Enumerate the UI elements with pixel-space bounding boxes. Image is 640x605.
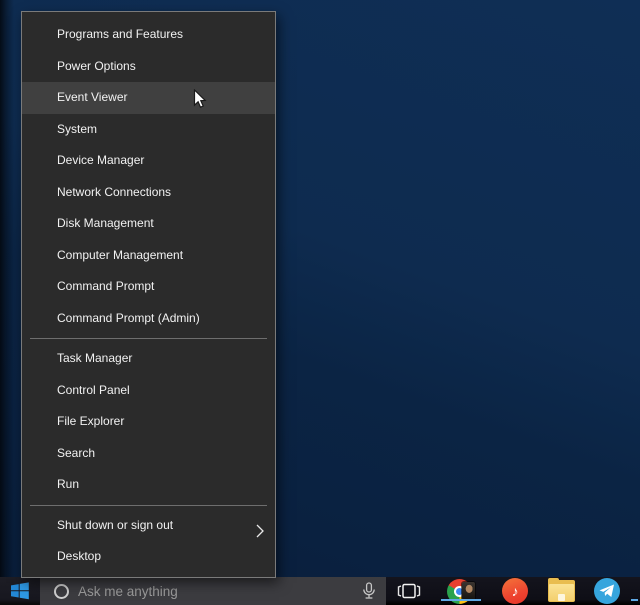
telegram-taskbar-button[interactable] (587, 577, 627, 605)
search-placeholder-text: Ask me anything (78, 584, 352, 599)
mouse-cursor-icon (193, 89, 207, 110)
menu-item-label: Event Viewer (57, 90, 127, 104)
menu-item-task-manager[interactable]: Task Manager (22, 343, 275, 375)
menu-separator (30, 338, 267, 339)
menu-item-label: Command Prompt (Admin) (57, 311, 200, 325)
microphone-icon (361, 582, 377, 600)
chrome-active-indicator (441, 599, 481, 601)
menu-item-command-prompt[interactable]: Command Prompt (22, 271, 275, 303)
windows-logo-icon (10, 581, 30, 601)
menu-item-run[interactable]: Run (22, 469, 275, 501)
menu-item-label: Disk Management (57, 216, 154, 230)
menu-item-label: Power Options (57, 59, 136, 73)
menu-item-label: Shut down or sign out (57, 518, 173, 532)
start-button[interactable] (0, 577, 40, 605)
chrome-profile-avatar (462, 582, 475, 600)
menu-item-label: Task Manager (57, 351, 132, 365)
menu-item-network-connections[interactable]: Network Connections (22, 177, 275, 209)
menu-item-file-explorer[interactable]: File Explorer (22, 406, 275, 438)
menu-item-programs-and-features[interactable]: Programs and Features (22, 19, 275, 51)
menu-item-label: Command Prompt (57, 279, 154, 293)
microphone-button[interactable] (352, 577, 386, 605)
menu-item-label: Run (57, 477, 79, 491)
telegram-icon (594, 578, 620, 604)
task-view-button[interactable] (390, 577, 428, 605)
menu-item-control-panel[interactable]: Control Panel (22, 375, 275, 407)
menu-item-power-options[interactable]: Power Options (22, 51, 275, 83)
menu-item-label: Programs and Features (57, 27, 183, 41)
itunes-taskbar-button[interactable]: ♪ (495, 577, 535, 605)
menu-item-label: Desktop (57, 549, 101, 563)
menu-item-label: Search (57, 446, 95, 460)
menu-item-label: Network Connections (57, 185, 171, 199)
menu-item-desktop[interactable]: Desktop (22, 541, 275, 573)
winx-menu: Programs and Features Power Options Event … (21, 11, 276, 578)
file-explorer-taskbar-button[interactable] (541, 577, 581, 605)
menu-item-search[interactable]: Search (22, 438, 275, 470)
cortana-ring-icon (54, 584, 69, 599)
menu-item-label: File Explorer (57, 414, 124, 428)
itunes-icon: ♪ (502, 578, 528, 604)
menu-item-label: Device Manager (57, 153, 144, 167)
menu-separator (30, 505, 267, 506)
menu-item-label: Control Panel (57, 383, 130, 397)
task-view-icon (397, 582, 421, 600)
menu-item-command-prompt-admin[interactable]: Command Prompt (Admin) (22, 303, 275, 335)
menu-item-event-viewer[interactable]: Event Viewer (22, 82, 275, 114)
taskbar: Ask me anything ♪ (0, 577, 640, 605)
menu-item-disk-management[interactable]: Disk Management (22, 208, 275, 240)
offscreen-app-active-indicator (631, 599, 638, 601)
menu-item-device-manager[interactable]: Device Manager (22, 145, 275, 177)
menu-item-shut-down-or-sign-out[interactable]: Shut down or sign out (22, 510, 275, 542)
cortana-search-box[interactable]: Ask me anything (40, 577, 386, 605)
menu-item-system[interactable]: System (22, 114, 275, 146)
file-explorer-icon (548, 580, 575, 602)
menu-item-label: System (57, 122, 97, 136)
menu-item-computer-management[interactable]: Computer Management (22, 240, 275, 272)
menu-item-label: Computer Management (57, 248, 183, 262)
